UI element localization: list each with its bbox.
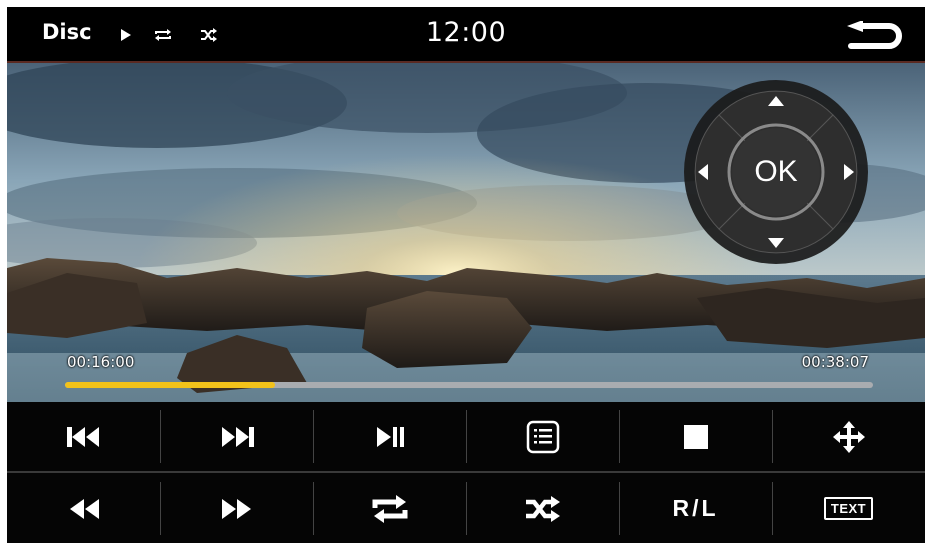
- control-row-2: R/L TEXT: [7, 474, 925, 543]
- move-button[interactable]: [772, 402, 925, 471]
- fast-forward-button[interactable]: [160, 474, 313, 543]
- stop-icon: [683, 424, 708, 449]
- text-icon: TEXT: [823, 497, 874, 520]
- repeat-button[interactable]: [313, 474, 466, 543]
- progress-bar[interactable]: [65, 382, 873, 388]
- rewind-icon: [69, 498, 99, 519]
- fast-forward-icon: [221, 498, 251, 519]
- repeat-icon: [372, 494, 407, 523]
- next-track-icon: [221, 426, 254, 447]
- previous-track-button[interactable]: [7, 402, 160, 471]
- shuffle-button[interactable]: [466, 474, 619, 543]
- playlist-button[interactable]: [466, 402, 619, 471]
- play-pause-icon: [376, 426, 404, 447]
- clock: 12:00: [425, 17, 507, 48]
- rewind-button[interactable]: [7, 474, 160, 543]
- media-player-screen: Disc 12:00 OK 00:16:00 00:38:07 R/L TEXT: [7, 7, 925, 543]
- audio-channel-label: R/L: [672, 495, 719, 521]
- status-bar: Disc 12:00: [7, 7, 925, 63]
- row-divider: [7, 471, 925, 473]
- next-track-button[interactable]: [160, 402, 313, 471]
- direction-pad: OK: [683, 79, 869, 265]
- ok-button[interactable]: OK: [731, 127, 821, 217]
- control-row-1: [7, 402, 925, 471]
- progress-bar-fill: [65, 382, 276, 388]
- total-time: 00:38:07: [801, 353, 869, 371]
- control-panel: R/L TEXT: [7, 402, 925, 543]
- playlist-icon: [526, 420, 559, 453]
- move-arrows-icon: [832, 420, 865, 453]
- audio-channel-button[interactable]: R/L: [619, 474, 772, 543]
- shuffle-icon: [525, 495, 560, 522]
- current-time: 00:16:00: [67, 353, 135, 371]
- text-button[interactable]: TEXT: [772, 474, 925, 543]
- previous-track-icon: [66, 426, 99, 447]
- back-icon[interactable]: [845, 21, 903, 51]
- video-area[interactable]: OK 00:16:00 00:38:07: [7, 63, 925, 402]
- play-pause-button[interactable]: [313, 402, 466, 471]
- stop-button[interactable]: [619, 402, 772, 471]
